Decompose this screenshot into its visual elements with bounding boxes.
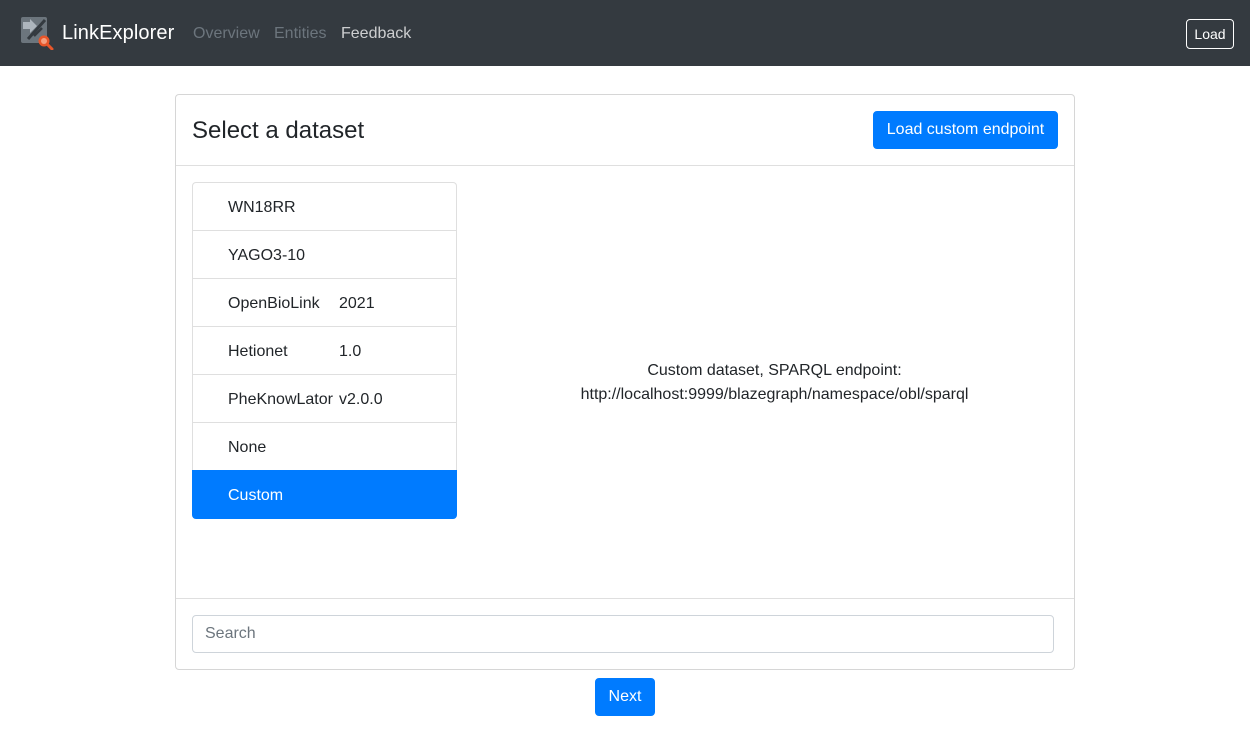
dataset-description: Custom dataset, SPARQL endpoint: http://… xyxy=(466,359,1083,407)
dataset-name: Hetionet xyxy=(228,343,288,360)
card-footer xyxy=(176,598,1074,669)
load-custom-endpoint-button[interactable]: Load custom endpoint xyxy=(873,111,1058,149)
dataset-item-wn18rr[interactable]: WN18RR xyxy=(192,182,457,231)
description-line-1: Custom dataset, SPARQL endpoint: xyxy=(647,362,902,379)
dataset-name: PheKnowLator xyxy=(228,391,333,408)
brand-name: LinkExplorer xyxy=(62,21,175,44)
brand-link[interactable]: LinkExplorer xyxy=(20,16,174,50)
dataset-name: Custom xyxy=(228,487,284,504)
dataset-name: WN18RR xyxy=(228,199,296,216)
top-navbar: LinkExplorer Overview Entities Feedback … xyxy=(0,0,1250,66)
dataset-version: 2021 xyxy=(339,295,375,312)
nav-feedback[interactable]: Feedback xyxy=(341,24,411,44)
dataset-version: v2.0.0 xyxy=(339,391,383,408)
page-title: Select a dataset xyxy=(192,117,365,144)
load-button[interactable]: Load xyxy=(1186,19,1234,49)
dataset-list: WN18RR YAGO3-10 OpenBioLink 2021 Hetione… xyxy=(192,182,457,519)
dataset-item-hetionet[interactable]: Hetionet 1.0 xyxy=(192,326,457,375)
dataset-name: OpenBioLink xyxy=(228,295,320,312)
search-input[interactable] xyxy=(192,615,1054,653)
description-endpoint-url: http://localhost:9999/blazegraph/namespa… xyxy=(580,386,969,403)
dataset-item-pheknowlator[interactable]: PheKnowLator v2.0.0 xyxy=(192,374,457,423)
dataset-version: 1.0 xyxy=(339,343,362,360)
dataset-card: Select a dataset Load custom endpoint WN… xyxy=(175,94,1075,670)
next-button[interactable]: Next xyxy=(595,678,655,716)
dataset-item-openbiolink[interactable]: OpenBioLink 2021 xyxy=(192,278,457,327)
dataset-item-custom[interactable]: Custom xyxy=(192,470,457,519)
nav-entities[interactable]: Entities xyxy=(274,24,326,44)
dataset-item-yago3-10[interactable]: YAGO3-10 xyxy=(192,230,457,279)
dataset-name: YAGO3-10 xyxy=(228,247,306,264)
dataset-name: None xyxy=(228,439,267,456)
link-explorer-logo-icon xyxy=(21,17,54,50)
nav-overview[interactable]: Overview xyxy=(193,24,260,44)
card-header: Select a dataset Load custom endpoint xyxy=(176,95,1074,166)
dataset-item-none[interactable]: None xyxy=(192,422,457,471)
